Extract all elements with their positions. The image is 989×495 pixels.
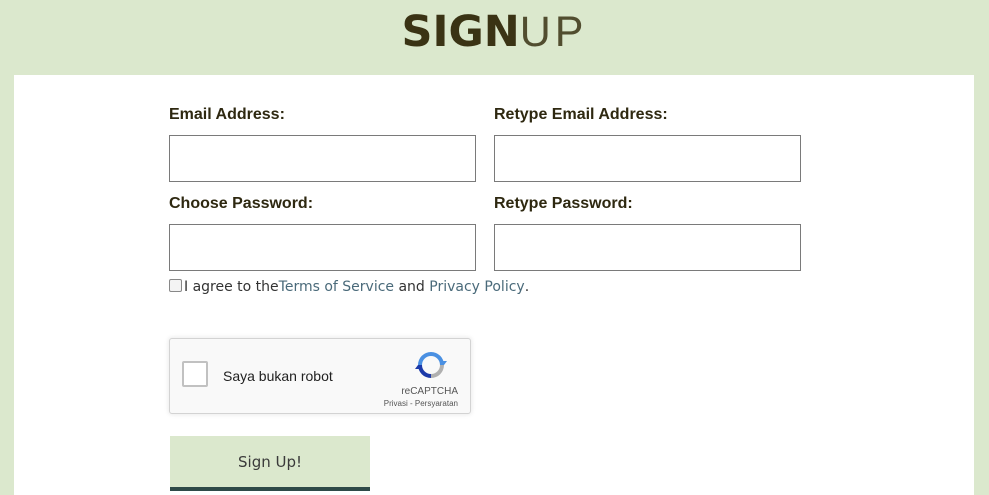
recaptcha-privacy-terms[interactable]: Privasi - Persyaratan	[384, 399, 458, 408]
agree-suffix: .	[524, 279, 530, 295]
password-label: Choose Password:	[169, 195, 314, 212]
retype-password-label: Retype Password:	[494, 195, 633, 212]
recaptcha-widget: Saya bukan robot reCAPTCHA Privasi - Per…	[169, 338, 471, 414]
agree-prefix: I agree to the	[184, 279, 279, 295]
terms-agreement: I agree to the ​Terms of Service and Pri…	[169, 278, 530, 295]
recaptcha-logo-icon	[415, 349, 447, 381]
retype-email-label: Retype Email Address:	[494, 106, 668, 123]
email-field[interactable]	[169, 135, 476, 182]
retype-password-field[interactable]	[494, 224, 801, 271]
agree-checkbox[interactable]	[169, 278, 182, 292]
recaptcha-checkbox[interactable]	[182, 361, 208, 387]
recaptcha-label: Saya bukan robot	[223, 368, 333, 384]
page-title-bold: SIGN	[401, 7, 520, 57]
page-title-thin: UP	[519, 8, 588, 56]
agree-middle: and	[394, 279, 430, 295]
retype-email-field[interactable]	[494, 135, 801, 182]
recaptcha-brand: reCAPTCHA	[401, 386, 458, 397]
privacy-policy-link[interactable]: Privacy Policy	[429, 279, 524, 295]
sign-up-button[interactable]: Sign Up!	[170, 436, 370, 491]
password-field[interactable]	[169, 224, 476, 271]
terms-of-service-link[interactable]: Terms of Service	[279, 279, 394, 295]
page-title: SIGNUP	[0, 0, 989, 75]
email-label: Email Address:	[169, 106, 285, 123]
